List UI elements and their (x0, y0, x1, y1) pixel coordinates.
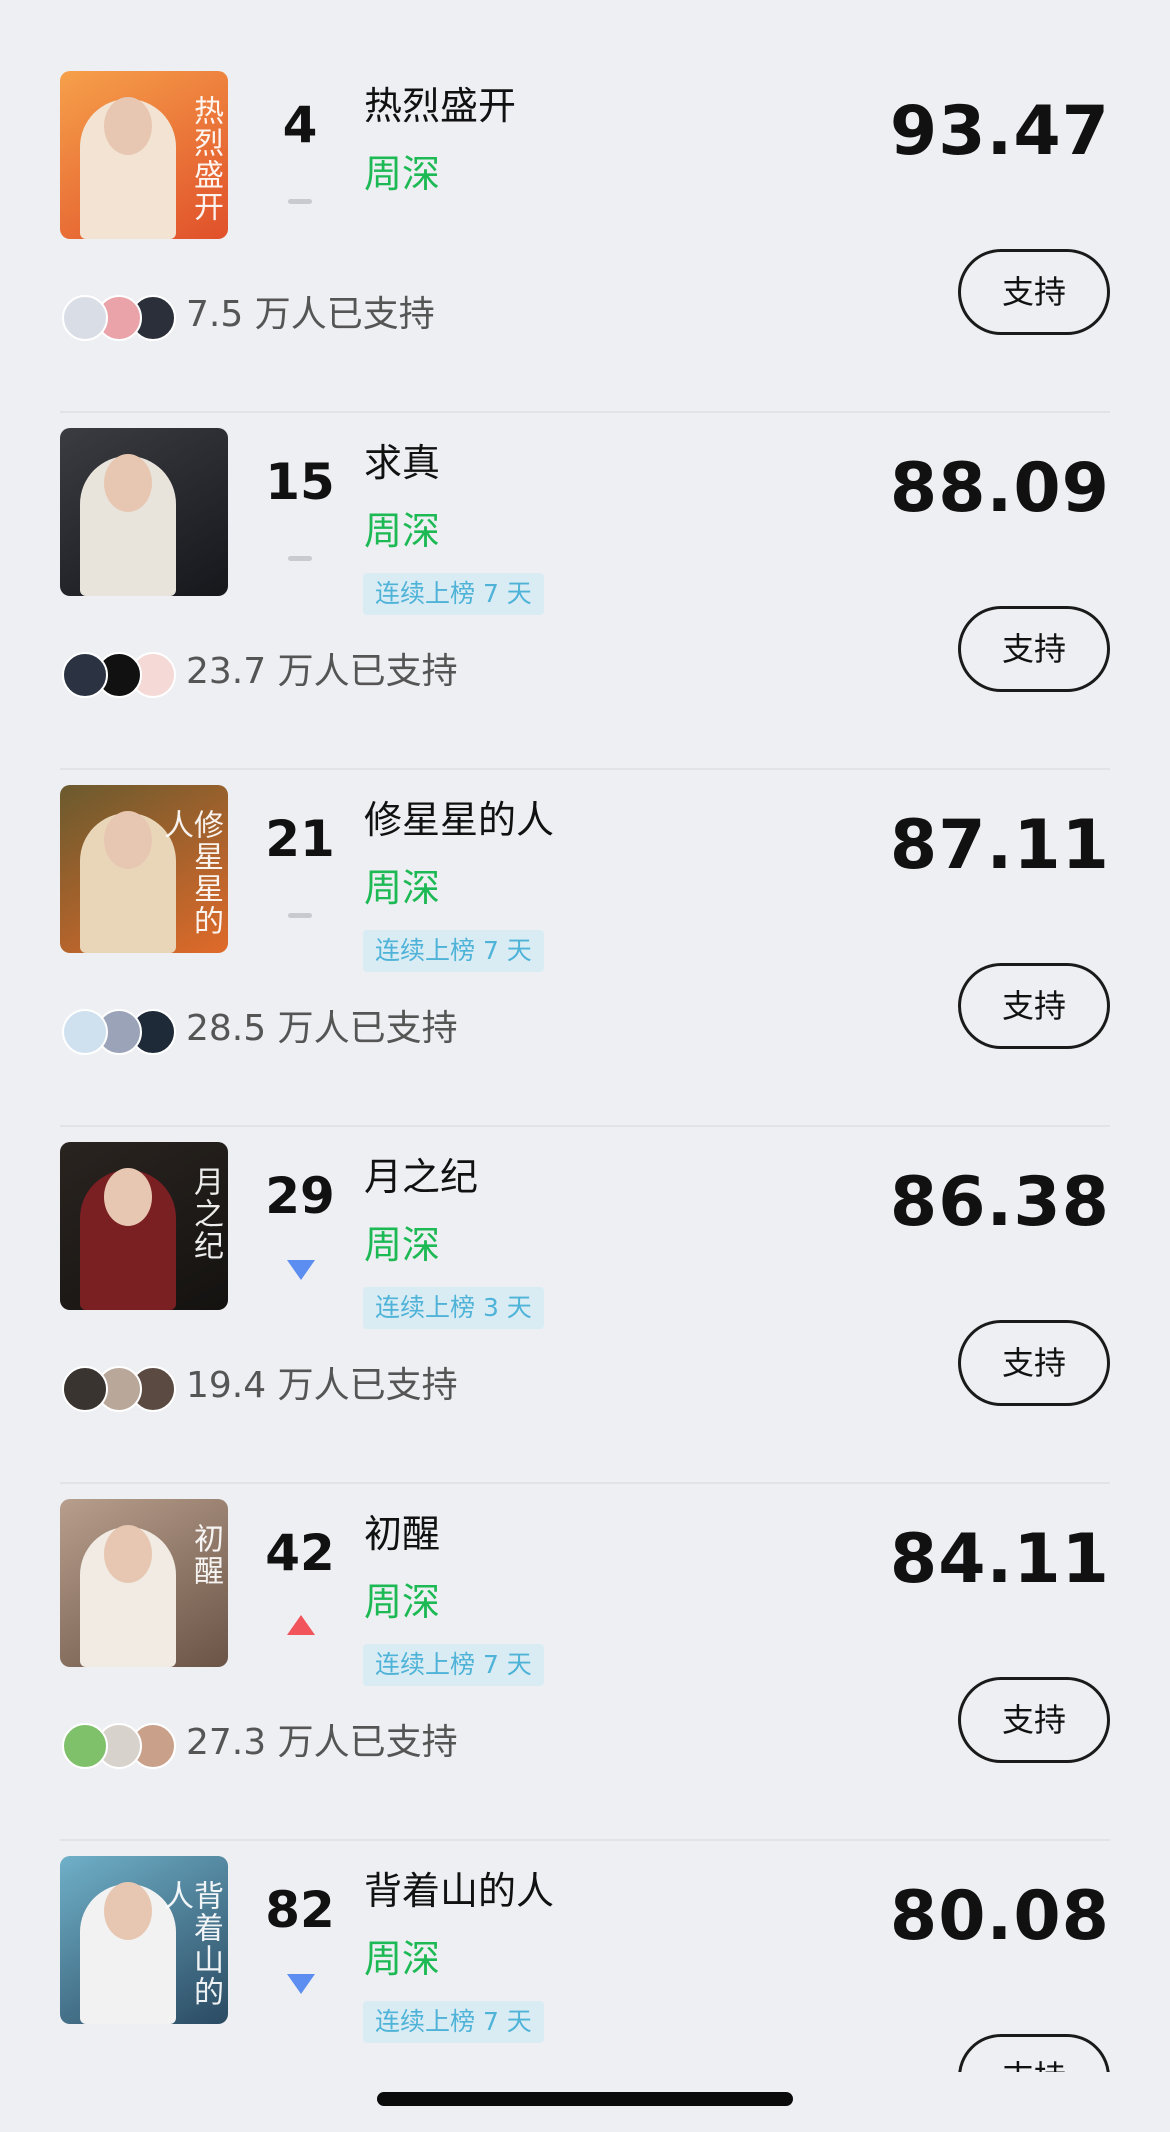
rank-number: 42 (265, 1524, 335, 1582)
trend-flat-icon (288, 913, 312, 918)
supporter-avatars[interactable] (62, 1366, 182, 1412)
streak-badge: 连续上榜 7 天 (363, 2001, 544, 2043)
artist-name[interactable]: 周深 (364, 152, 440, 198)
supporter-avatars[interactable] (62, 295, 182, 341)
rank-number: 82 (265, 1881, 335, 1939)
cover-title: 修星星的人 (158, 809, 223, 937)
avatar (62, 295, 108, 341)
score-value: 88.09 (889, 449, 1110, 528)
trend-flat-icon (288, 199, 312, 204)
trend-up-icon (287, 1615, 315, 1635)
artist-name[interactable]: 周深 (364, 1223, 440, 1269)
avatar (62, 652, 108, 698)
score-value: 84.11 (889, 1520, 1110, 1599)
supporter-avatars[interactable] (62, 652, 182, 698)
rank-number: 29 (265, 1167, 335, 1225)
artist-name[interactable]: 周深 (364, 1937, 440, 1983)
row-divider (60, 768, 1110, 770)
chart-row[interactable]: 热烈盛开 4 热烈盛开 周深 93.47 支持 7.5 万人已支持 (60, 64, 1110, 413)
avatar (62, 1009, 108, 1055)
album-cover[interactable]: 背着山的人 (60, 1856, 228, 2024)
artist-name[interactable]: 周深 (364, 509, 440, 555)
cover-portrait (104, 97, 152, 155)
cover-portrait (104, 1168, 152, 1226)
chart-row[interactable]: 15 求真 周深 连续上榜 7 天 88.09 支持 23.7 万人已支持 (60, 421, 1110, 770)
album-cover[interactable]: 月之纪 (60, 1142, 228, 1310)
score-value: 86.38 (889, 1163, 1110, 1242)
cover-title: 热烈盛开 (188, 95, 223, 223)
avatar (62, 1723, 108, 1769)
support-button[interactable]: 支持 (958, 963, 1110, 1049)
support-button[interactable]: 支持 (958, 606, 1110, 692)
support-button[interactable]: 支持 (958, 1677, 1110, 1763)
row-divider (60, 411, 1110, 413)
score-value: 80.08 (889, 1877, 1110, 1956)
album-cover[interactable]: 修星星的人 (60, 785, 228, 953)
support-button[interactable]: 支持 (958, 249, 1110, 335)
chart-row[interactable]: 初醒 42 初醒 周深 连续上榜 7 天 84.11 支持 27.3 万人已支持 (60, 1492, 1110, 1841)
streak-badge: 连续上榜 7 天 (363, 1644, 544, 1686)
row-divider (60, 1839, 1110, 1841)
chart-row[interactable]: 背着山的人 82 背着山的人 周深 连续上榜 7 天 80.08 支持 17.6… (60, 1849, 1110, 2072)
home-indicator[interactable] (377, 2092, 793, 2106)
song-title[interactable]: 修星星的人 (364, 798, 554, 844)
song-title[interactable]: 热烈盛开 (364, 84, 516, 130)
supporter-count: 28.5 万人已支持 (186, 1008, 458, 1049)
streak-badge: 连续上榜 3 天 (363, 1287, 544, 1329)
supporter-count: 19.4 万人已支持 (186, 1365, 458, 1406)
cover-title: 初醒 (188, 1523, 223, 1587)
supporter-count: 27.3 万人已支持 (186, 1722, 458, 1763)
score-value: 87.11 (889, 806, 1110, 885)
trend-down-icon (287, 1974, 315, 1994)
row-divider (60, 1482, 1110, 1484)
album-cover[interactable]: 热烈盛开 (60, 71, 228, 239)
artist-name[interactable]: 周深 (364, 866, 440, 912)
supporter-count: 23.7 万人已支持 (186, 651, 458, 692)
supporter-avatars[interactable] (62, 1723, 182, 1769)
support-button[interactable]: 支持 (958, 2034, 1110, 2072)
support-button[interactable]: 支持 (958, 1320, 1110, 1406)
album-cover[interactable] (60, 428, 228, 596)
streak-badge: 连续上榜 7 天 (363, 573, 544, 615)
rank-number: 15 (265, 453, 335, 511)
cover-portrait (104, 1525, 152, 1583)
supporter-count: 7.5 万人已支持 (186, 294, 435, 335)
chart-row[interactable]: 修星星的人 21 修星星的人 周深 连续上榜 7 天 87.11 支持 28.5… (60, 778, 1110, 1127)
chart-row[interactable]: 月之纪 29 月之纪 周深 连续上榜 3 天 86.38 支持 19.4 万人已… (60, 1135, 1110, 1484)
artist-name[interactable]: 周深 (364, 1580, 440, 1626)
cover-portrait (104, 454, 152, 512)
avatar (62, 1366, 108, 1412)
streak-badge: 连续上榜 7 天 (363, 930, 544, 972)
row-divider (60, 1125, 1110, 1127)
cover-title: 背着山的人 (158, 1880, 223, 2008)
rank-number: 21 (265, 810, 335, 868)
trend-flat-icon (288, 556, 312, 561)
cover-title: 月之纪 (188, 1166, 223, 1262)
song-title[interactable]: 求真 (364, 441, 440, 487)
score-value: 93.47 (889, 92, 1110, 171)
song-title[interactable]: 背着山的人 (364, 1869, 554, 1915)
supporter-avatars[interactable] (62, 1009, 182, 1055)
cover-portrait (104, 811, 152, 869)
rank-number: 4 (282, 96, 318, 154)
trend-down-icon (287, 1260, 315, 1280)
album-cover[interactable]: 初醒 (60, 1499, 228, 1667)
song-title[interactable]: 初醒 (364, 1512, 440, 1558)
cover-portrait (104, 1882, 152, 1940)
chart-list: 热烈盛开 4 热烈盛开 周深 93.47 支持 7.5 万人已支持 15 求真 … (0, 0, 1170, 2072)
song-title[interactable]: 月之纪 (364, 1155, 478, 1201)
